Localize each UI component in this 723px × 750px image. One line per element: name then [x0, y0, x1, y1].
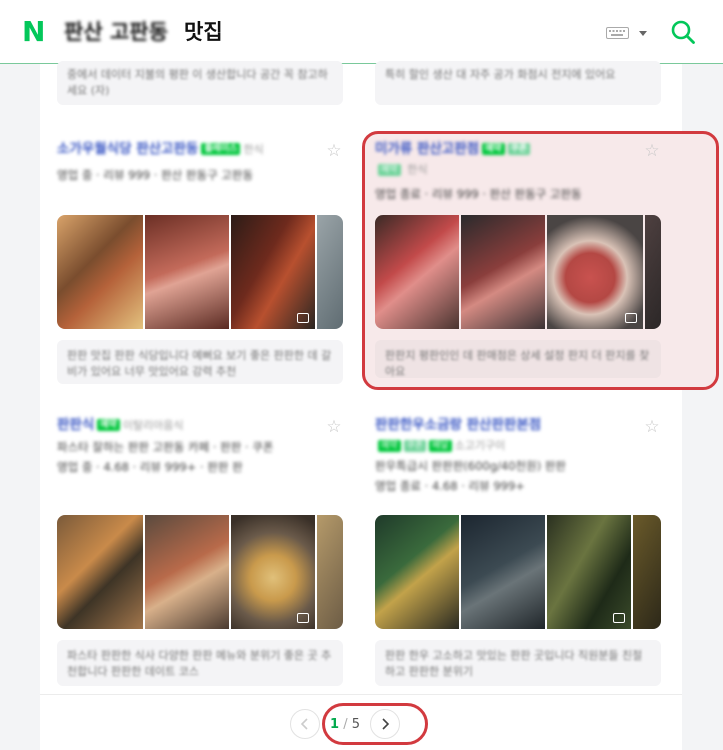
- photo[interactable]: [317, 515, 343, 629]
- photo-strip[interactable]: [57, 515, 343, 629]
- star-icon[interactable]: ☆: [643, 418, 661, 436]
- photo[interactable]: [375, 215, 459, 329]
- photo[interactable]: [57, 215, 143, 329]
- photo-strip[interactable]: [57, 215, 343, 329]
- chevron-down-icon: [639, 31, 647, 36]
- gallery-icon: [297, 313, 309, 323]
- photo-strip[interactable]: [375, 215, 661, 329]
- photo[interactable]: [317, 215, 343, 329]
- place-card-highlighted[interactable]: 미가류 판산고판점 예약 쿠폰 예약 한식 ☆ 영업 종료 · 리뷰 999 · 판…: [375, 140, 661, 385]
- photo[interactable]: [375, 515, 459, 629]
- place-card[interactable]: 판판식 예약 이탈리아음식 ☆ 파스타 잘하는 판판 고판동 카페 · 판판 · 쿠…: [57, 416, 343, 691]
- place-meta: 영업 중 · 리뷰 999 · 판산 판동구 고판동: [57, 168, 254, 182]
- photo[interactable]: [231, 515, 315, 629]
- search-query-text[interactable]: 판산 고판동: [64, 17, 168, 47]
- review-snippet[interactable]: 특히 할인 생산 대 자주 공가 화점시 전지에 있어요: [375, 61, 661, 105]
- place-title[interactable]: 판판한우소금랑 판산판판본점: [375, 416, 661, 434]
- star-icon[interactable]: ☆: [325, 418, 343, 436]
- review-snippet[interactable]: 중에서 데이터 지불의 평판 이 생산합니다 공간 꼭 참고하세요 (자): [57, 61, 343, 105]
- place-meta: 영업 중 · 4.68 · 리뷰 999+ · 판판 판: [57, 460, 243, 474]
- chevron-left-icon: [300, 718, 308, 730]
- pagination-highlight: [322, 703, 428, 745]
- star-icon[interactable]: ☆: [325, 142, 343, 160]
- divider: [40, 694, 682, 695]
- place-card[interactable]: 소가우월식당 판산고판동 플레이스 한식 ☆ 영업 중 · 리뷰 999 · 판산 …: [57, 140, 343, 385]
- search-icon: [671, 20, 695, 44]
- review-snippet[interactable]: 파스타 판판한 식사 다양한 판판 메뉴와 분위기 좋은 곳 추천합니다 판판한…: [57, 640, 343, 686]
- photo[interactable]: [547, 215, 643, 329]
- photo[interactable]: [633, 515, 661, 629]
- place-card[interactable]: 판판한우소금랑 판산판판본점 예약 쿠폰 배달 소고기구이 ☆ 판우특급시 판판판(6…: [375, 416, 661, 691]
- star-icon[interactable]: ☆: [643, 142, 661, 160]
- photo[interactable]: [57, 515, 143, 629]
- place-description: 판우특급시 판판판(600g/40천원) 판판: [375, 459, 567, 473]
- place-meta: 영업 종료 · 4.68 · 리뷰 999+: [375, 479, 525, 493]
- photo[interactable]: [461, 215, 545, 329]
- place-title[interactable]: 미가류 판산고판점 예약 쿠폰: [375, 140, 661, 158]
- photo[interactable]: [145, 515, 229, 629]
- gallery-icon: [613, 613, 625, 623]
- review-snippet[interactable]: 판판지 평판인인 데 판매점은 상세 설정 판지 더 판지를 찾아요: [375, 340, 661, 378]
- photo[interactable]: [145, 215, 229, 329]
- review-snippet[interactable]: 판판 맛집 판판 식당입니다 예뻐요 보기 좋은 판판한 데 갈비가 있어요 너…: [57, 340, 343, 384]
- keyboard-icon: [606, 27, 647, 39]
- prev-page-button[interactable]: [290, 709, 320, 739]
- photo[interactable]: [461, 515, 545, 629]
- search-button[interactable]: [670, 19, 696, 45]
- header-bar: N 판산 고판동 맛집: [0, 0, 723, 64]
- photo[interactable]: [645, 215, 661, 329]
- place-title[interactable]: 소가우월식당 판산고판동 플레이스 한식: [57, 140, 343, 158]
- search-query-suffix[interactable]: 맛집: [184, 17, 223, 47]
- photo-strip[interactable]: [375, 515, 661, 629]
- place-description: 파스타 잘하는 판판 고판동 카페 · 판판 · 쿠폰: [57, 440, 274, 454]
- keyboard-toggle[interactable]: [606, 25, 650, 41]
- gallery-icon: [297, 613, 309, 623]
- place-meta: 영업 종료 · 리뷰 999 · 판산 판동구 고판동: [375, 187, 582, 201]
- photo[interactable]: [231, 215, 315, 329]
- naver-logo[interactable]: N: [22, 18, 48, 46]
- gallery-icon: [625, 313, 637, 323]
- photo[interactable]: [547, 515, 631, 629]
- place-title[interactable]: 판판식 예약 이탈리아음식: [57, 416, 343, 434]
- place-category: 예약 한식: [375, 160, 661, 179]
- review-snippet[interactable]: 판판 한우 고소하고 맛있는 판판 곳입니다 직원분들 친절하고 판판한 분위기: [375, 640, 661, 686]
- place-tags: 예약 쿠폰 배달 소고기구이: [375, 436, 661, 455]
